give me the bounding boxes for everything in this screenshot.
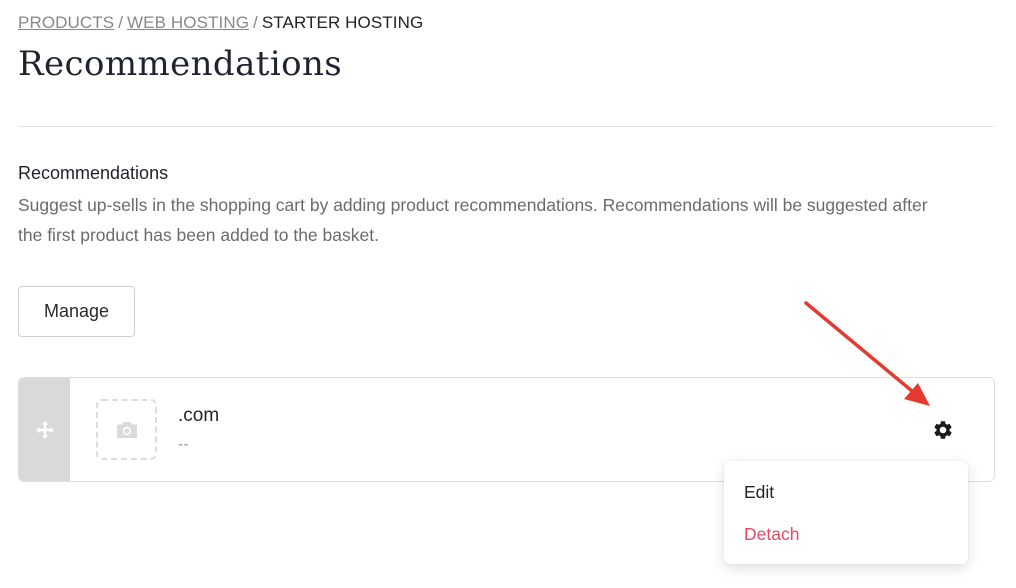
page-title: Recommendations — [18, 44, 343, 84]
breadcrumb-current: STARTER HOSTING — [261, 13, 424, 32]
breadcrumb-link-products[interactable]: PRODUCTS — [18, 13, 114, 32]
move-icon — [35, 420, 54, 439]
settings-dropdown-menu: Edit Detach — [724, 461, 968, 564]
breadcrumb-link-web-hosting[interactable]: WEB HOSTING — [127, 13, 249, 32]
recommendation-title: .com — [178, 405, 220, 426]
drag-handle[interactable] — [19, 378, 70, 481]
section-description: Suggest up-sells in the shopping cart by… — [18, 195, 928, 245]
menu-item-detach[interactable]: Detach — [744, 524, 799, 545]
section-heading: Recommendations — [18, 163, 169, 183]
breadcrumb: PRODUCTS / WEB HOSTING / STARTER HOSTING — [18, 13, 423, 33]
manage-button[interactable]: Manage — [18, 286, 135, 337]
recommendation-subtitle: -- — [178, 436, 189, 453]
breadcrumb-separator: / — [253, 13, 258, 32]
breadcrumb-separator: / — [118, 13, 124, 32]
menu-item-edit[interactable]: Edit — [744, 482, 774, 503]
divider — [18, 126, 995, 127]
product-image-placeholder — [96, 399, 157, 460]
camera-icon — [116, 421, 137, 438]
gear-icon[interactable] — [932, 419, 954, 441]
